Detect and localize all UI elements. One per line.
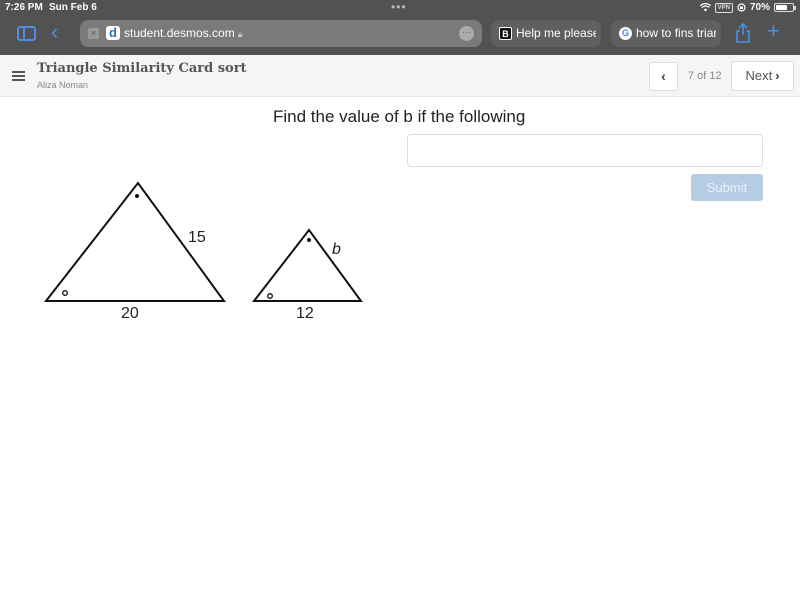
url-value: student.desmos.com [124,26,235,40]
chevron-right-icon: › [775,68,780,83]
battery-fill [776,5,788,10]
status-date: Sun Feb 6 [49,2,97,13]
more-options-icon[interactable]: ··· [459,26,474,41]
hamburger-menu-icon[interactable] [12,71,25,81]
similar-triangles-figure: 15 20 b 12 [30,170,380,330]
large-bottom-angle-mark [62,290,68,296]
battery-icon [774,3,796,12]
google-favicon-icon: G [619,27,632,40]
status-time: 7:26 PM [5,2,43,13]
brainly-favicon-icon: B [499,27,512,40]
triangles-drawing [43,181,363,302]
tab-label: how to fins triar [636,26,716,40]
activity-header: Triangle Similarity Card sort Aliza Noma… [0,55,800,97]
small-bottom-angle-mark [267,293,273,299]
chevron-left-icon: ‹ [661,68,666,84]
large-base-label: 20 [121,305,139,322]
vpn-icon: VPN [714,2,733,13]
tab-label: Help me please [516,26,596,40]
wifi-icon [699,3,711,12]
student-name: Aliza Noman [37,80,89,90]
small-side-label: b [332,241,341,258]
sidebar-toggle-icon[interactable] [17,26,36,41]
tab-google-search[interactable]: G how to fins triar [611,20,721,47]
browser-chrome: 7:26 PM Sun Feb 6 ••• VPN 70% ‹ × d stud… [0,0,800,55]
battery-percent: 70% [749,2,770,13]
large-top-angle-mark [135,194,139,198]
next-screen-button[interactable]: Next › [731,61,794,91]
previous-screen-button[interactable]: ‹ [649,62,678,91]
answer-input[interactable] [407,134,763,167]
lock-icon: 🔒︎ [237,29,243,39]
small-base-label: 12 [296,305,314,322]
activity-title: Triangle Similarity Card sort [37,61,247,76]
large-side-label: 15 [188,229,206,246]
tab-help-me-please[interactable]: B Help me please [491,20,601,47]
small-top-angle-mark [307,238,311,242]
address-bar[interactable]: × d student.desmos.com 🔒︎ ··· [80,20,482,47]
desmos-favicon-icon: d [106,26,120,40]
new-tab-icon[interactable]: + [767,19,780,43]
close-tab-icon[interactable]: × [88,28,99,39]
question-prompt: Find the value of b if the following [273,107,526,126]
share-icon[interactable] [735,23,751,43]
submit-button[interactable]: Submit [691,174,763,201]
next-label: Next [745,68,773,83]
back-icon[interactable]: ‹ [51,21,58,43]
status-indicators: VPN 70% [699,2,796,13]
url-text[interactable]: student.desmos.com 🔒︎ [124,26,243,40]
multitasking-dots[interactable]: ••• [391,0,407,14]
orientation-lock-icon [737,3,746,12]
screen-counter: 7 of 12 [688,70,722,82]
